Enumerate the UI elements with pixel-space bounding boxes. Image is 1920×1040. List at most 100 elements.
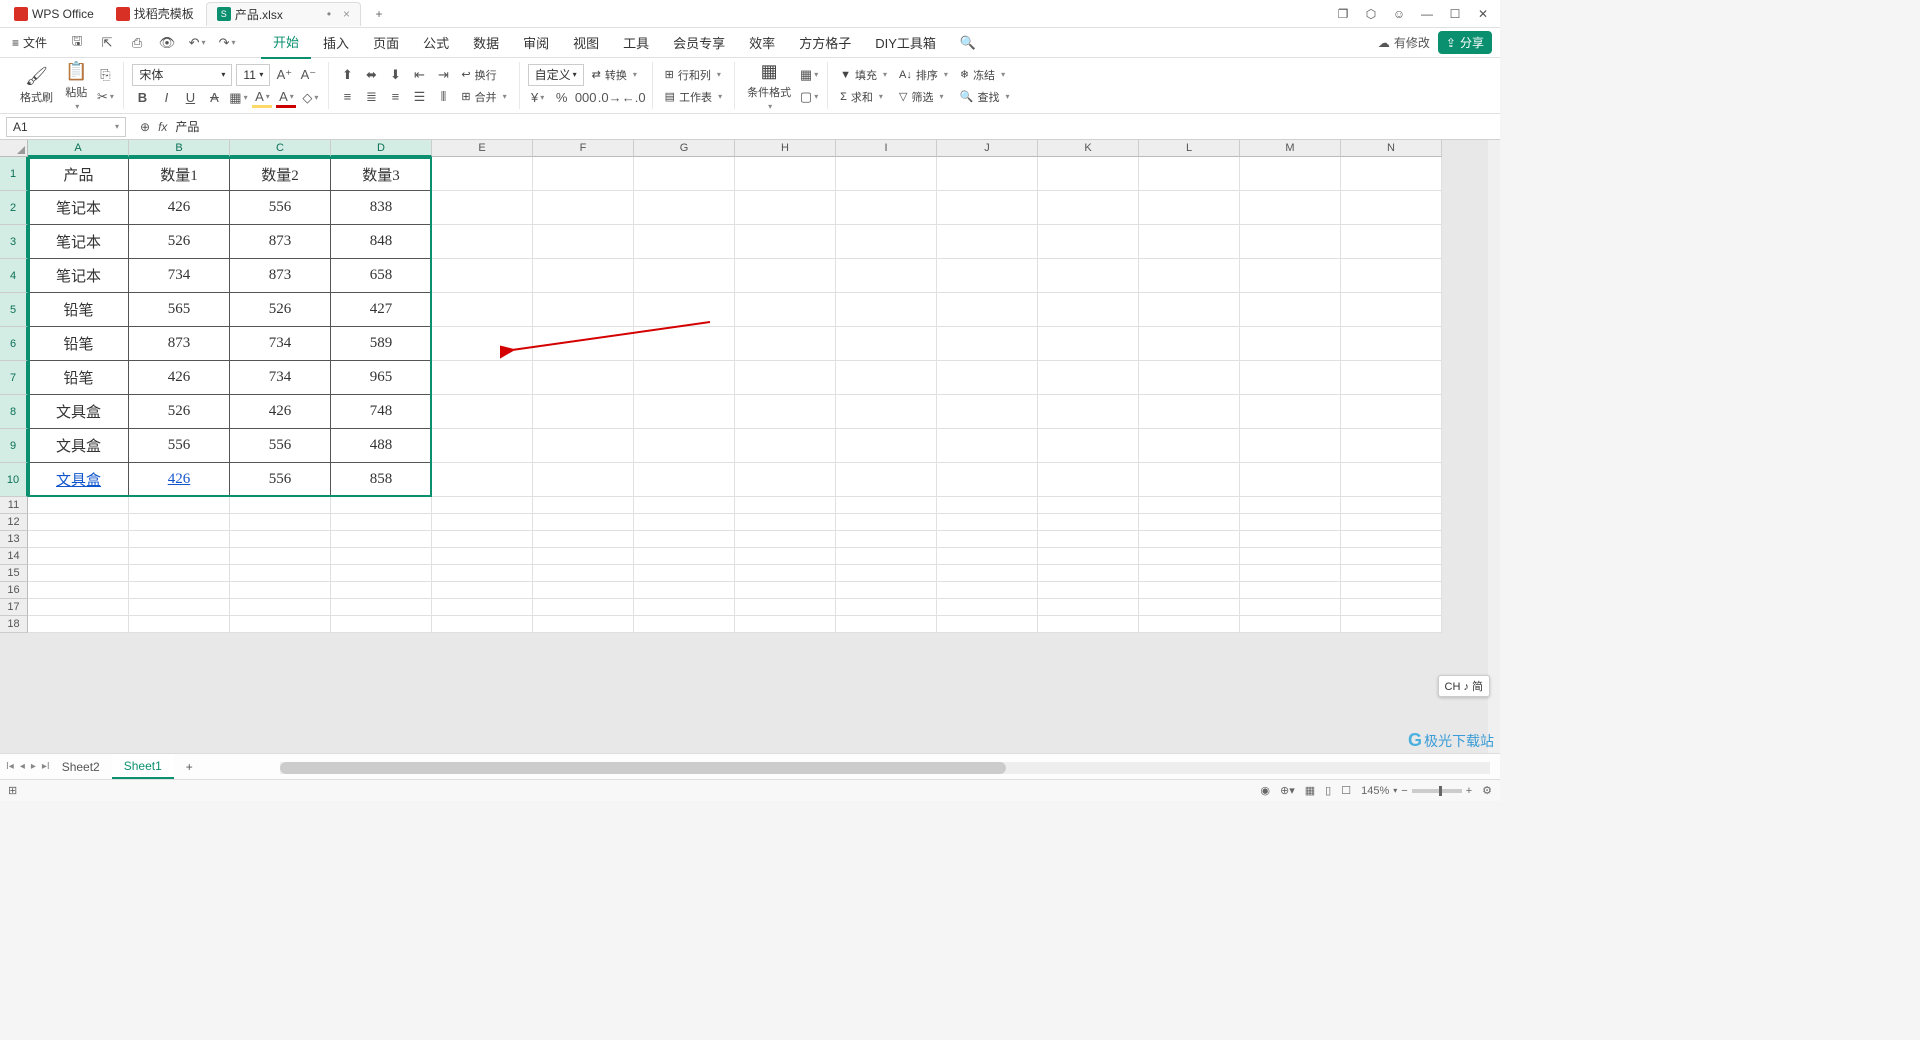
cell-A12[interactable] bbox=[28, 514, 129, 531]
cell-E4[interactable] bbox=[432, 259, 533, 293]
cell-G16[interactable] bbox=[634, 582, 735, 599]
cell-B13[interactable] bbox=[129, 531, 230, 548]
decimal-dec-icon[interactable]: ←.0 bbox=[624, 88, 644, 108]
cell-A10[interactable]: 文具盒 bbox=[28, 463, 129, 497]
status-icon[interactable]: ⊞ bbox=[8, 784, 17, 797]
cell-N11[interactable] bbox=[1341, 497, 1442, 514]
cell-F7[interactable] bbox=[533, 361, 634, 395]
menu-tab-工具[interactable]: 工具 bbox=[611, 27, 661, 58]
menu-tab-方方格子[interactable]: 方方格子 bbox=[787, 27, 863, 58]
menu-tab-效率[interactable]: 效率 bbox=[737, 27, 787, 58]
cell-E10[interactable] bbox=[432, 463, 533, 497]
cell-K2[interactable] bbox=[1038, 191, 1139, 225]
col-header-A[interactable]: A bbox=[28, 140, 129, 157]
cell-J16[interactable] bbox=[937, 582, 1038, 599]
cell-M10[interactable] bbox=[1240, 463, 1341, 497]
cell-A15[interactable] bbox=[28, 565, 129, 582]
cell-J14[interactable] bbox=[937, 548, 1038, 565]
cell-D17[interactable] bbox=[331, 599, 432, 616]
cell-L5[interactable] bbox=[1139, 293, 1240, 327]
cell-J10[interactable] bbox=[937, 463, 1038, 497]
cell-G8[interactable] bbox=[634, 395, 735, 429]
cell-M18[interactable] bbox=[1240, 616, 1341, 633]
cell-B11[interactable] bbox=[129, 497, 230, 514]
col-header-D[interactable]: D bbox=[331, 140, 432, 157]
cell-L4[interactable] bbox=[1139, 259, 1240, 293]
cell-J7[interactable] bbox=[937, 361, 1038, 395]
row-header-7[interactable]: 7 bbox=[0, 361, 28, 395]
cell-H8[interactable] bbox=[735, 395, 836, 429]
cell-G3[interactable] bbox=[634, 225, 735, 259]
cell-N15[interactable] bbox=[1341, 565, 1442, 582]
cell-J11[interactable] bbox=[937, 497, 1038, 514]
cell-D4[interactable]: 658 bbox=[331, 259, 432, 293]
cell-J9[interactable] bbox=[937, 429, 1038, 463]
cell-K7[interactable] bbox=[1038, 361, 1139, 395]
row-header-13[interactable]: 13 bbox=[0, 531, 28, 548]
cell-E5[interactable] bbox=[432, 293, 533, 327]
cell-L7[interactable] bbox=[1139, 361, 1240, 395]
copy-icon[interactable]: ⎘ bbox=[95, 65, 115, 85]
cell-B16[interactable] bbox=[129, 582, 230, 599]
cell-H17[interactable] bbox=[735, 599, 836, 616]
cell-G17[interactable] bbox=[634, 599, 735, 616]
cell-I15[interactable] bbox=[836, 565, 937, 582]
cell-E6[interactable] bbox=[432, 327, 533, 361]
cell-M14[interactable] bbox=[1240, 548, 1341, 565]
cell-A16[interactable] bbox=[28, 582, 129, 599]
cell-D12[interactable] bbox=[331, 514, 432, 531]
percent-icon[interactable]: % bbox=[552, 88, 572, 108]
cell-D8[interactable]: 748 bbox=[331, 395, 432, 429]
cell-I14[interactable] bbox=[836, 548, 937, 565]
align-right-icon[interactable]: ≡ bbox=[385, 87, 405, 107]
cell-D7[interactable]: 965 bbox=[331, 361, 432, 395]
cell-C7[interactable]: 734 bbox=[230, 361, 331, 395]
underline-button[interactable]: U bbox=[180, 88, 200, 108]
cell-C9[interactable]: 556 bbox=[230, 429, 331, 463]
zoom-control[interactable]: 145%▾ − + bbox=[1361, 785, 1472, 797]
paste-button[interactable]: 📋粘贴 bbox=[61, 59, 91, 113]
cell-H15[interactable] bbox=[735, 565, 836, 582]
cell-F17[interactable] bbox=[533, 599, 634, 616]
user-avatar-icon[interactable]: ☺ bbox=[1392, 7, 1406, 21]
cell-E2[interactable] bbox=[432, 191, 533, 225]
cell-J6[interactable] bbox=[937, 327, 1038, 361]
cell-J12[interactable] bbox=[937, 514, 1038, 531]
cell-K1[interactable] bbox=[1038, 157, 1139, 191]
cell-L3[interactable] bbox=[1139, 225, 1240, 259]
justify-icon[interactable]: ☰ bbox=[409, 87, 429, 107]
cell-C16[interactable] bbox=[230, 582, 331, 599]
cell-F16[interactable] bbox=[533, 582, 634, 599]
cell-H9[interactable] bbox=[735, 429, 836, 463]
indent-dec-icon[interactable]: ⇤ bbox=[409, 65, 429, 85]
cell-M9[interactable] bbox=[1240, 429, 1341, 463]
cell-G18[interactable] bbox=[634, 616, 735, 633]
row-header-1[interactable]: 1 bbox=[0, 157, 28, 191]
cell-F1[interactable] bbox=[533, 157, 634, 191]
cell-B10[interactable]: 426 bbox=[129, 463, 230, 497]
cell-D3[interactable]: 848 bbox=[331, 225, 432, 259]
cell-F6[interactable] bbox=[533, 327, 634, 361]
cell-E14[interactable] bbox=[432, 548, 533, 565]
decimal-inc-icon[interactable]: .0→ bbox=[600, 88, 620, 108]
undo-button[interactable]: ↶ bbox=[187, 33, 207, 53]
cell-C6[interactable]: 734 bbox=[230, 327, 331, 361]
cell-K12[interactable] bbox=[1038, 514, 1139, 531]
vertical-scrollbar[interactable] bbox=[1488, 140, 1500, 753]
transform-button[interactable]: ⇄转换 bbox=[588, 65, 641, 85]
cell-C18[interactable] bbox=[230, 616, 331, 633]
cell-H11[interactable] bbox=[735, 497, 836, 514]
cell-F14[interactable] bbox=[533, 548, 634, 565]
cell-L2[interactable] bbox=[1139, 191, 1240, 225]
cell-E9[interactable] bbox=[432, 429, 533, 463]
cell-L14[interactable] bbox=[1139, 548, 1240, 565]
cell-M1[interactable] bbox=[1240, 157, 1341, 191]
cell-L13[interactable] bbox=[1139, 531, 1240, 548]
cell-A1[interactable]: 产品 bbox=[28, 157, 129, 191]
cell-I11[interactable] bbox=[836, 497, 937, 514]
cell-G2[interactable] bbox=[634, 191, 735, 225]
cell-M12[interactable] bbox=[1240, 514, 1341, 531]
spreadsheet-grid[interactable]: ABCDEFGHIJKLMN1产品数量1数量2数量32笔记本4265568383… bbox=[0, 140, 1500, 633]
cell-I7[interactable] bbox=[836, 361, 937, 395]
cell-E16[interactable] bbox=[432, 582, 533, 599]
